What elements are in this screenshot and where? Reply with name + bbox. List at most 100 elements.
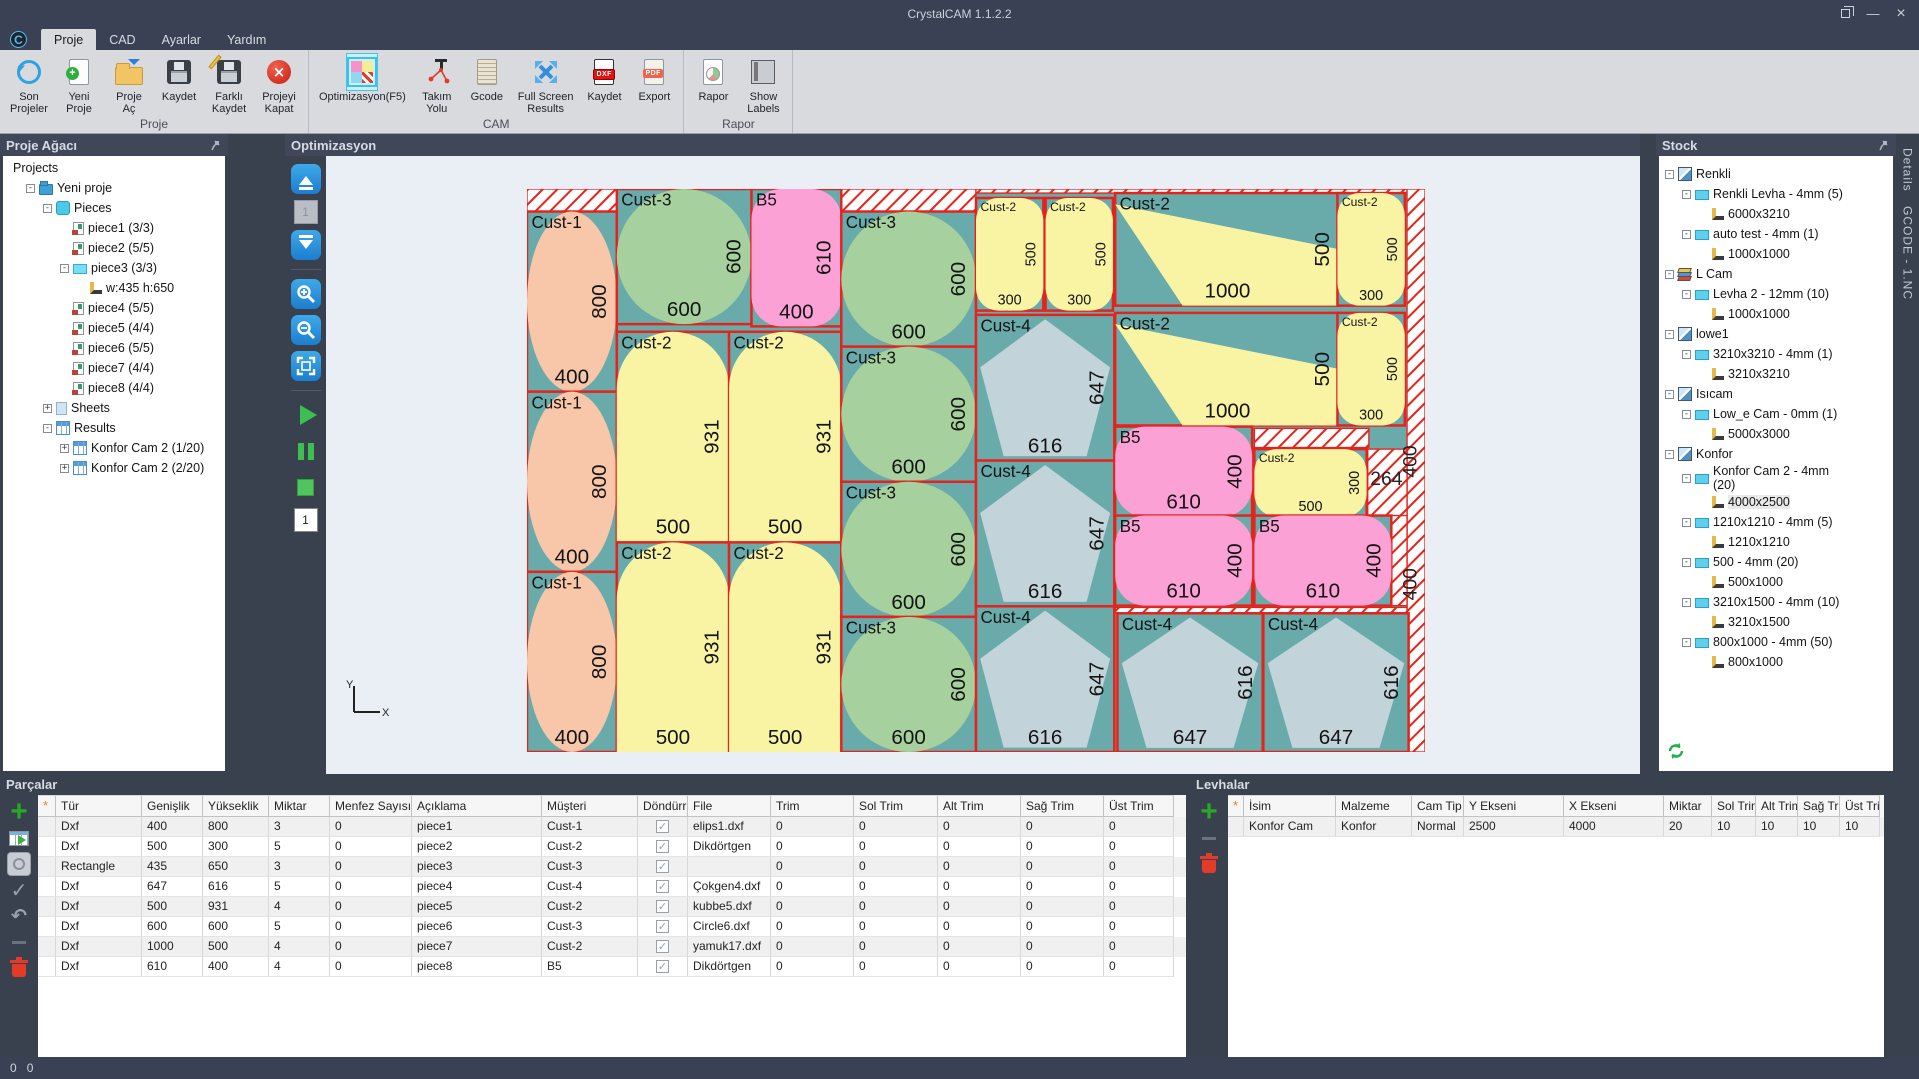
optimization-canvas[interactable]: Cust-1400800Cust-1400800Cust-1400800Cust… xyxy=(326,156,1640,774)
table-cell[interactable]: 500 xyxy=(142,897,203,917)
table-row[interactable]: Dxf50093140piece5Cust-2✓kubbe5.dxf00000 xyxy=(38,897,1186,917)
table-cell[interactable] xyxy=(38,957,56,977)
toolpath-button[interactable]: Takım Yolu xyxy=(412,52,462,117)
column-header[interactable]: Sol Trim xyxy=(854,795,938,817)
table-cell[interactable]: Dxf xyxy=(56,877,142,897)
table-cell[interactable]: 0 xyxy=(1021,837,1104,857)
pdf-button[interactable]: PDFExport xyxy=(629,52,679,105)
eject-up-icon[interactable] xyxy=(291,164,321,194)
table-cell[interactable]: 0 xyxy=(938,837,1021,857)
project-tree-item[interactable]: piece8 (4/4) xyxy=(3,378,225,398)
table-cell[interactable]: 0 xyxy=(771,897,854,917)
table-cell[interactable]: 0 xyxy=(1104,957,1174,977)
stock-tree-item[interactable]: 6000x3210 xyxy=(1659,204,1893,224)
dxf-button[interactable]: DXFKaydet xyxy=(579,52,629,105)
row-selector-header[interactable]: * xyxy=(1228,795,1244,817)
collapse-icon[interactable]: - xyxy=(1665,270,1674,279)
table-cell[interactable]: 0 xyxy=(771,937,854,957)
column-header[interactable]: Üst Trim xyxy=(1840,795,1880,817)
rotate-checkbox[interactable]: ✓ xyxy=(638,837,688,857)
stock-tree-item[interactable]: -3210x3210 - 4mm (1) xyxy=(1659,344,1893,364)
table-cell[interactable]: 400 xyxy=(203,957,269,977)
table-cell[interactable]: 400 xyxy=(142,817,203,837)
project-tree-item[interactable]: piece1 (3/3) xyxy=(3,218,225,238)
table-cell[interactable]: Cust-2 xyxy=(542,837,638,857)
table-cell[interactable]: 0 xyxy=(854,957,938,977)
table-cell[interactable]: Cust-3 xyxy=(542,917,638,937)
remove-row-icon[interactable] xyxy=(0,929,38,955)
project-tree-item[interactable]: -Yeni proje xyxy=(3,178,225,198)
table-cell[interactable]: 650 xyxy=(203,857,269,877)
stock-tree-item[interactable]: 1000x1000 xyxy=(1659,244,1893,264)
table-cell[interactable]: 0 xyxy=(330,837,412,857)
column-header[interactable]: Miktar xyxy=(1664,795,1712,817)
cut-piece[interactable]: Cust-1400800 xyxy=(527,212,617,392)
collapse-icon[interactable]: - xyxy=(60,264,69,273)
tab-details[interactable]: Details xyxy=(1901,148,1915,192)
cut-piece[interactable]: Cust-3600600 xyxy=(841,347,976,482)
table-cell[interactable]: 0 xyxy=(854,857,938,877)
stock-tree-item[interactable]: -auto test - 4mm (1) xyxy=(1659,224,1893,244)
pin-icon[interactable] xyxy=(211,139,222,154)
column-header[interactable]: Alt Trim xyxy=(1756,795,1798,817)
table-cell[interactable]: 0 xyxy=(938,897,1021,917)
pause-icon[interactable] xyxy=(291,436,321,466)
table-cell[interactable]: yamuk17.dxf xyxy=(688,937,771,957)
menu-tab-proje[interactable]: Proje xyxy=(41,29,96,50)
table-cell[interactable]: 10 xyxy=(1840,817,1880,837)
stock-tree-item[interactable]: -Renkli xyxy=(1659,164,1893,184)
menu-tab-yardım[interactable]: Yardım xyxy=(214,29,279,50)
add-row-icon[interactable]: + xyxy=(0,799,38,825)
fullscreen-button[interactable]: Full Screen Results xyxy=(512,52,580,117)
table-row[interactable]: Dxf60060050piece6Cust-3✓Circle6.dxf00000 xyxy=(38,917,1186,937)
table-cell[interactable]: 0 xyxy=(771,857,854,877)
cut-piece[interactable]: Cust-3600600 xyxy=(617,189,752,324)
delete-icon[interactable] xyxy=(1190,851,1228,877)
expand-icon[interactable]: + xyxy=(60,444,69,453)
table-cell[interactable] xyxy=(38,897,56,917)
project-tree-item[interactable]: Projects xyxy=(3,158,225,178)
rotate-checkbox[interactable]: ✓ xyxy=(638,897,688,917)
table-cell[interactable]: 0 xyxy=(330,937,412,957)
cut-piece[interactable]: Cust-3600600 xyxy=(841,212,976,347)
column-header[interactable]: Cam Tip xyxy=(1412,795,1464,817)
table-cell[interactable]: 0 xyxy=(938,937,1021,957)
table-cell[interactable]: 0 xyxy=(854,917,938,937)
project-tree-item[interactable]: piece4 (5/5) xyxy=(3,298,225,318)
project-tree-item[interactable]: -Results xyxy=(3,418,225,438)
optimization-button[interactable]: Optimizasyon(F5) xyxy=(313,52,412,105)
table-cell[interactable]: piece5 xyxy=(412,897,542,917)
sheet-layout[interactable]: Cust-1400800Cust-1400800Cust-1400800Cust… xyxy=(527,189,1425,757)
stock-tree-item[interactable]: -Isıcam xyxy=(1659,384,1893,404)
cut-piece[interactable]: Cust-4647616 xyxy=(1263,613,1408,752)
collapse-icon[interactable]: - xyxy=(1682,474,1691,483)
rotate-checkbox[interactable]: ✓ xyxy=(638,817,688,837)
stock-tree-item[interactable]: 1210x1210 xyxy=(1659,532,1893,552)
stock-tree-item[interactable]: -Low_e Cam - 0mm (1) xyxy=(1659,404,1893,424)
tab-gcode[interactable]: GCODE - 1.NC xyxy=(1901,206,1915,300)
table-cell[interactable]: 800 xyxy=(203,817,269,837)
column-header[interactable]: Alt Trim xyxy=(938,795,1021,817)
table-cell[interactable]: 0 xyxy=(330,857,412,877)
table-cell[interactable] xyxy=(688,857,771,877)
table-cell[interactable]: piece6 xyxy=(412,917,542,937)
ellipse-tool-icon[interactable] xyxy=(0,851,38,877)
table-cell[interactable]: Cust-2 xyxy=(542,897,638,917)
table-cell[interactable] xyxy=(38,877,56,897)
collapse-icon[interactable]: - xyxy=(1682,638,1691,647)
stock-tree-item[interactable]: 5000x3000 xyxy=(1659,424,1893,444)
zoom-in-icon[interactable] xyxy=(291,279,321,309)
project-tree-item[interactable]: w:435 h:650 xyxy=(3,278,225,298)
column-header[interactable]: Üst Trim xyxy=(1104,795,1174,817)
history-button[interactable]: Son Projeler xyxy=(4,52,54,117)
cut-piece[interactable]: Cust-4616647 xyxy=(976,315,1114,461)
menu-tab-ayarlar[interactable]: Ayarlar xyxy=(149,29,214,50)
table-cell[interactable]: 4 xyxy=(269,937,330,957)
page-number-box[interactable]: 1 xyxy=(294,508,318,532)
table-cell[interactable]: 0 xyxy=(938,857,1021,877)
column-header[interactable]: Açıklama xyxy=(412,795,542,817)
table-cell[interactable]: 0 xyxy=(1104,837,1174,857)
table-cell[interactable]: Dxf xyxy=(56,897,142,917)
table-cell[interactable]: 616 xyxy=(203,877,269,897)
expand-icon[interactable]: + xyxy=(43,404,52,413)
